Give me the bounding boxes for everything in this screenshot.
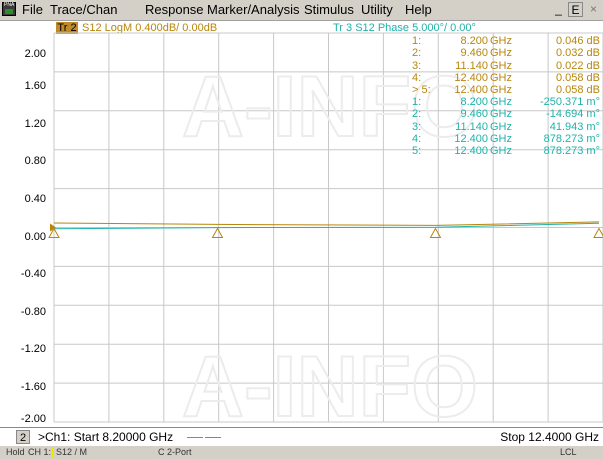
marker-value: 0.022 dB bbox=[555, 59, 600, 72]
marker-value: 0.032 dB bbox=[555, 47, 600, 60]
marker-frequency: 12.400 bbox=[454, 145, 488, 158]
menu-bar: PNA File Trace/Chan Response Marker/Anal… bbox=[0, 0, 603, 21]
menu-help[interactable]: Help bbox=[405, 0, 432, 20]
marker-triangle[interactable] bbox=[593, 227, 603, 238]
menu-file[interactable]: File bbox=[22, 0, 43, 20]
marker-value: -250.371 m° bbox=[539, 96, 600, 108]
app-icon-text: PNA bbox=[4, 2, 15, 8]
plot-area[interactable]: Tr 2 S12 LogM 0.400dB/ 0.00dB Tr 3 S12 P… bbox=[0, 21, 603, 441]
minimize-button[interactable]: _ bbox=[551, 2, 566, 17]
marker-id: 3: bbox=[412, 59, 422, 72]
status-hold: Hold bbox=[6, 447, 25, 457]
marker-frequency: 12.400 bbox=[454, 84, 488, 97]
marker-id: 4: bbox=[412, 132, 422, 145]
marker-value: 0.058 dB bbox=[555, 84, 600, 97]
marker-id: 5: bbox=[412, 145, 422, 158]
menu-trace-chan[interactable]: Trace/Chan bbox=[50, 0, 117, 20]
watermark-text: A-INFO bbox=[182, 339, 478, 427]
marker-value: 0.058 dB bbox=[555, 71, 600, 84]
status-param: S12 / M bbox=[56, 447, 88, 457]
marker-triangle[interactable] bbox=[429, 227, 442, 238]
app-icon[interactable]: PNA bbox=[2, 2, 16, 16]
menu-stimulus[interactable]: Stimulus bbox=[304, 0, 354, 20]
marker-value: -14.694 m° bbox=[546, 108, 600, 121]
marker-value: 878.273 m° bbox=[543, 132, 600, 145]
restore-button[interactable]: Е bbox=[568, 2, 583, 17]
marker-id: 2: bbox=[412, 47, 422, 60]
status-bar: Hold CH 1: S12 / M C 2-Port LCL bbox=[0, 446, 603, 459]
marker-id: 3: bbox=[412, 120, 422, 133]
stop-frequency[interactable]: Stop 12.4000 GHz bbox=[500, 430, 599, 444]
app-icon-screen bbox=[5, 9, 13, 14]
marker-frequency: 12.400 bbox=[454, 132, 488, 145]
marker-value: 41.943 m° bbox=[549, 120, 600, 133]
channel-footer: 2 >Ch1: Start 8.20000 GHz Stop 12.4000 G… bbox=[0, 427, 603, 446]
marker-id: 1: bbox=[412, 96, 422, 108]
marker-value: 0.046 dB bbox=[555, 35, 600, 47]
marker-id: 1: bbox=[412, 35, 422, 47]
menu-utility[interactable]: Utility bbox=[361, 0, 393, 20]
marker-frequency: 11.140 bbox=[455, 59, 488, 72]
trace3-legend-swatch bbox=[205, 437, 221, 438]
trace2-legend-swatch bbox=[187, 437, 203, 438]
status-cal: C 2-Port bbox=[158, 447, 192, 457]
marker-frequency: 8.200 bbox=[460, 96, 488, 108]
marker-triangle[interactable] bbox=[211, 227, 224, 238]
marker-frequency: 11.140 bbox=[455, 120, 488, 133]
marker-frequency: 9.460 bbox=[460, 47, 488, 60]
marker-id: 2: bbox=[412, 108, 422, 121]
menu-response[interactable]: Response bbox=[145, 0, 204, 20]
close-button[interactable]: × bbox=[586, 2, 601, 17]
marker-frequency: 8.200 bbox=[460, 35, 488, 47]
marker-frequency: 9.460 bbox=[460, 108, 488, 121]
channel-number[interactable]: 2 bbox=[16, 430, 30, 444]
marker-id: 4: bbox=[412, 71, 422, 84]
marker-id: > 5: bbox=[412, 84, 431, 97]
start-frequency[interactable]: >Ch1: Start 8.20000 GHz bbox=[38, 430, 173, 444]
menu-marker-analysis[interactable]: Marker/Analysis bbox=[207, 0, 299, 20]
marker-value: 878.273 m° bbox=[543, 145, 600, 158]
marker-frequency: 12.400 bbox=[454, 71, 488, 84]
status-lcl: LCL bbox=[560, 447, 577, 457]
status-channel: CH 1: bbox=[28, 447, 52, 457]
